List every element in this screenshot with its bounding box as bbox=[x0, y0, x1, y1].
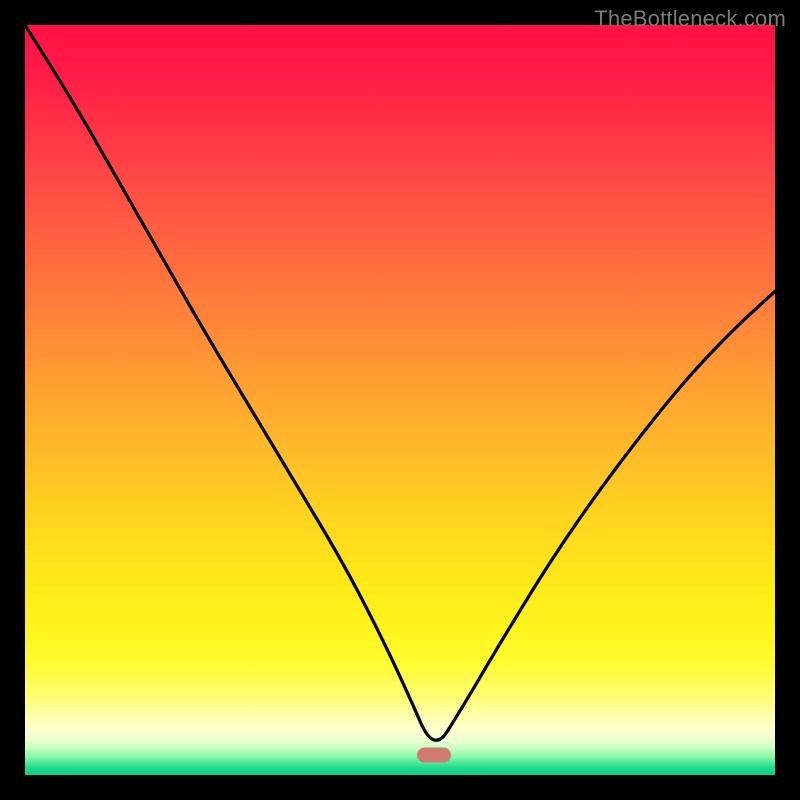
curve-layer bbox=[25, 25, 775, 775]
chart-frame: TheBottleneck.com bbox=[0, 0, 800, 800]
watermark-text: TheBottleneck.com bbox=[594, 6, 786, 32]
minimum-marker bbox=[417, 747, 451, 762]
bottleneck-curve bbox=[25, 25, 775, 740]
plot-area bbox=[25, 25, 775, 775]
